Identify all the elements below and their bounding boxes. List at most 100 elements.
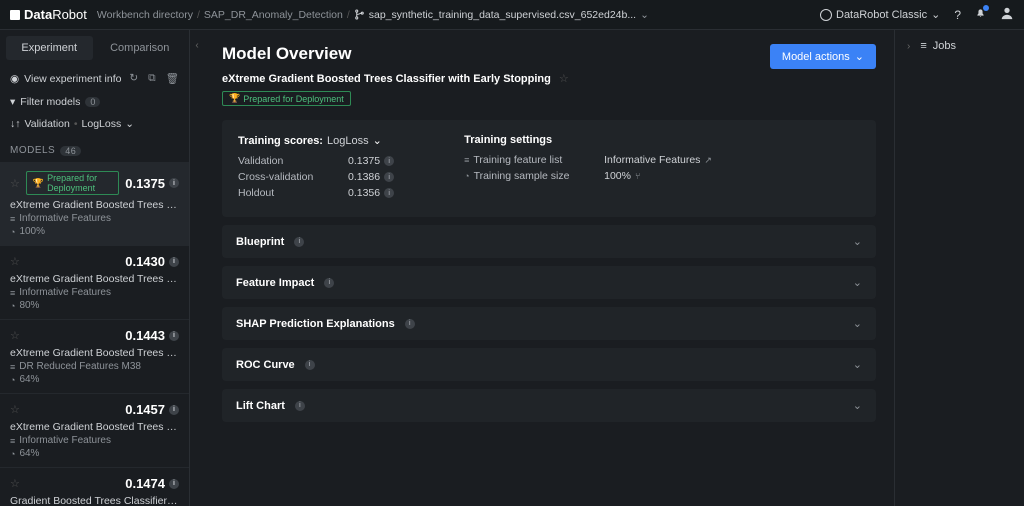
info-icon[interactable]: i [295, 401, 305, 411]
info-icon[interactable]: i [169, 331, 179, 341]
info-icon[interactable]: i [169, 479, 179, 489]
model-score: 0.1430 [125, 254, 165, 269]
model-item[interactable]: ☆ 0.1457i eXtreme Gradient Boosted Trees… [0, 393, 189, 467]
logo[interactable]: DataRobot [10, 7, 87, 22]
jobs-icon: ≡ [920, 40, 926, 52]
info-icon[interactable]: i [169, 178, 179, 188]
models-count: 46 [60, 146, 81, 156]
info-icon [820, 9, 832, 21]
clock-icon: ◔ [10, 449, 15, 459]
chevron-right-icon[interactable]: › [907, 41, 910, 52]
filter-icon: ▾ [10, 96, 15, 108]
model-title: eXtreme Gradient Boosted Trees Classifie… [222, 73, 551, 85]
training-scores-metric: LogLoss [327, 135, 369, 147]
list-icon: ≡ [10, 288, 15, 298]
section-shap[interactable]: SHAP Prediction Explanationsi⌄ [222, 307, 876, 340]
logo-text-a: Data [24, 7, 52, 22]
model-sample-pct: 64% [19, 374, 39, 385]
classic-link[interactable]: DataRobot Classic ⌄ [820, 8, 940, 21]
crumb-workbench[interactable]: Workbench directory [97, 9, 193, 21]
model-feature-list: Informative Features [19, 213, 111, 224]
section-roc-curve[interactable]: ROC Curvei⌄ [222, 348, 876, 381]
info-icon[interactable]: i [405, 319, 415, 329]
sort-control[interactable]: ↓↑ Validation • LogLoss ⌄ [0, 113, 189, 135]
sort-label-a: Validation [25, 118, 70, 130]
view-experiment-info[interactable]: View experiment info [24, 73, 121, 85]
notification-badge [983, 5, 989, 11]
setting-label: Training sample size [474, 170, 570, 182]
setting-value: 100% [604, 170, 631, 182]
tab-comparison[interactable]: Comparison [97, 36, 184, 60]
crumb-project[interactable]: SAP_DR_Anomaly_Detection [204, 9, 343, 21]
help-button[interactable]: ? [954, 8, 961, 22]
model-name: eXtreme Gradient Boosted Trees Classifie… [10, 199, 179, 211]
training-scores-label: Training scores: [238, 135, 323, 147]
prepared-deployment-badge: 🏆Prepared for Deployment [222, 91, 351, 106]
notifications-button[interactable] [975, 8, 986, 22]
model-sample-pct: 64% [19, 448, 39, 459]
info-icon[interactable]: i [384, 188, 394, 198]
score-label: Cross-validation [238, 171, 328, 183]
model-score: 0.1375 [125, 176, 165, 191]
tab-experiment[interactable]: Experiment [6, 36, 93, 60]
model-list: ☆ 🏆Prepared for Deployment 0.1375 i eXtre… [0, 162, 189, 506]
info-icon[interactable]: i [169, 405, 179, 415]
score-value: 0.1375 [348, 155, 380, 167]
info-icon[interactable]: i [384, 156, 394, 166]
user-menu-button[interactable] [1000, 6, 1014, 23]
star-icon[interactable]: ☆ [559, 72, 569, 85]
prepared-deployment-badge: 🏆Prepared for Deployment [26, 171, 119, 195]
model-feature-list: Informative Features [19, 435, 111, 446]
chevron-down-icon: ⌄ [853, 276, 862, 289]
chevron-down-icon: ⌄ [855, 50, 864, 63]
jobs-heading[interactable]: Jobs [933, 40, 956, 52]
star-icon[interactable]: ☆ [10, 255, 20, 268]
refresh-button[interactable]: ↻ [129, 72, 138, 85]
score-label: Validation [238, 155, 328, 167]
delete-button[interactable]: 🗑 [166, 72, 179, 85]
info-icon[interactable]: i [169, 257, 179, 267]
crumb-dataset[interactable]: sap_synthetic_training_data_supervised.c… [354, 9, 649, 21]
model-sample-pct: 100% [19, 226, 45, 237]
model-item[interactable]: ☆ 0.1443i eXtreme Gradient Boosted Trees… [0, 319, 189, 393]
star-icon[interactable]: ☆ [10, 329, 20, 342]
left-collapse-rail: ‹ [190, 30, 204, 506]
page-title: Model Overview [222, 44, 569, 64]
right-rail: › ≡ Jobs [894, 30, 1024, 506]
filter-count: 0 [85, 97, 100, 107]
info-icon[interactable]: i [294, 237, 304, 247]
model-item[interactable]: ☆ 🏆Prepared for Deployment 0.1375 i eXtre… [0, 162, 189, 245]
score-value: 0.1356 [348, 187, 380, 199]
chevron-down-icon[interactable]: ⌄ [373, 134, 382, 147]
star-icon[interactable]: ☆ [10, 403, 20, 416]
section-blueprint[interactable]: Blueprinti⌄ [222, 225, 876, 258]
star-icon[interactable]: ☆ [10, 477, 20, 490]
star-icon[interactable]: ☆ [10, 177, 20, 190]
filter-models[interactable]: Filter models [20, 96, 80, 108]
setting-label: Training feature list [473, 154, 562, 166]
section-feature-impact[interactable]: Feature Impacti⌄ [222, 266, 876, 299]
info-icon[interactable]: i [324, 278, 334, 288]
clock-icon: ◔ [10, 301, 15, 311]
info-icon[interactable]: i [384, 172, 394, 182]
model-name: eXtreme Gradient Boosted Trees Classifie… [10, 347, 179, 359]
score-label: Holdout [238, 187, 328, 199]
model-actions-button[interactable]: Model actions ⌄ [770, 44, 876, 69]
info-icon[interactable]: i [305, 360, 315, 370]
link-icon[interactable]: ↗ [704, 155, 712, 166]
setting-value: Informative Features [604, 154, 700, 166]
chevron-down-icon: ⌄ [853, 399, 862, 412]
training-settings-label: Training settings [464, 134, 552, 146]
model-item[interactable]: ☆ 0.1474i Gradient Boosted Trees Classif… [0, 467, 189, 506]
score-value: 0.1386 [348, 171, 380, 183]
model-score: 0.1457 [125, 402, 165, 417]
copy-button[interactable]: ⧉ [148, 72, 156, 85]
model-feature-list: Informative Features [19, 287, 111, 298]
model-sample-pct: 80% [19, 300, 39, 311]
chevron-left-icon[interactable]: ‹ [195, 40, 198, 51]
section-lift-chart[interactable]: Lift Charti⌄ [222, 389, 876, 422]
model-name: eXtreme Gradient Boosted Trees Classifie… [10, 273, 179, 285]
sidebar: Experiment Comparison ◉ View experiment … [0, 30, 190, 506]
model-score: 0.1474 [125, 476, 165, 491]
model-item[interactable]: ☆ 0.1430 i eXtreme Gradient Boosted Trees… [0, 245, 189, 319]
